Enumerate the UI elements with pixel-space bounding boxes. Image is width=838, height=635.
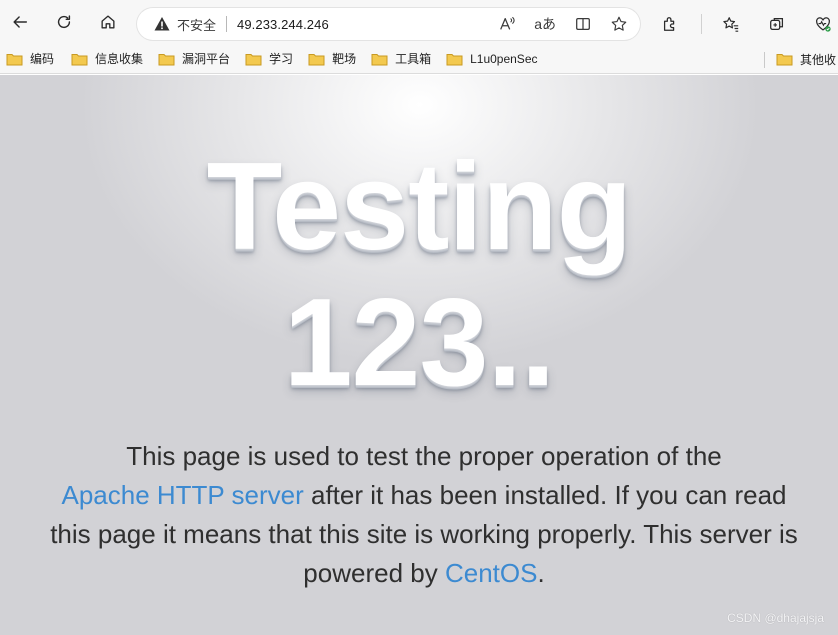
heading-line-2: 123.. <box>283 274 556 412</box>
heart-pulse-icon <box>816 17 831 32</box>
home-icon <box>101 15 115 29</box>
bookmark-folder[interactable]: 学习 <box>239 46 299 72</box>
heading-line-1: Testing <box>206 138 633 276</box>
bookmark-list: 编码 信息收集 漏洞平台 学习 靶场 工具箱 L1u0penSec <box>0 46 544 72</box>
bookmark-label: 靶场 <box>332 52 357 66</box>
home-button[interactable] <box>92 6 124 38</box>
bookmark-label: 工具箱 <box>395 52 432 66</box>
browser-essentials-button[interactable] <box>808 8 838 40</box>
page-heading: Testing 123.. <box>0 139 838 411</box>
read-aloud-icon[interactable] <box>498 15 516 33</box>
folder-icon <box>6 53 23 65</box>
folder-icon <box>158 53 175 65</box>
translate-icon[interactable]: aあ <box>534 14 556 34</box>
favorites-list-icon <box>723 17 739 32</box>
bookmark-folder[interactable]: 编码 <box>0 46 60 72</box>
bookmarks-bar: 编码 信息收集 漏洞平台 学习 靶场 工具箱 L1u0penSec 其他收 <box>0 44 838 74</box>
bookmark-label: 漏洞平台 <box>182 52 231 66</box>
security-warning-label[interactable]: 不安全 <box>177 15 216 34</box>
folder-icon <box>371 53 388 65</box>
address-separator <box>226 16 228 32</box>
refresh-icon <box>57 15 71 29</box>
bookmark-folder[interactable]: 信息收集 <box>65 46 149 72</box>
lead-paragraph: This page is used to test the proper ope… <box>40 437 808 593</box>
bookmark-label: 信息收集 <box>95 52 144 66</box>
bookmark-folder[interactable]: 工具箱 <box>365 46 437 72</box>
back-arrow-icon <box>13 16 28 28</box>
lead-text-1: This page is used to test the proper ope… <box>126 441 722 471</box>
bookmark-label: 编码 <box>30 52 55 66</box>
lead-text-3: . <box>537 558 545 588</box>
collections-icon <box>770 17 784 31</box>
favorites-button[interactable] <box>716 8 746 40</box>
csdn-watermark: CSDN @dhajajsja <box>727 611 824 625</box>
bookmark-label: 学习 <box>269 52 294 66</box>
folder-icon <box>308 53 325 65</box>
url-text[interactable]: 49.233.244.246 <box>237 17 329 32</box>
bookmark-folder[interactable]: 靶场 <box>302 46 362 72</box>
address-bar-actions: aあ <box>498 8 628 40</box>
page-content: Testing 123.. This page is used to test … <box>0 75 838 635</box>
address-bar[interactable]: 不安全 49.233.244.246 aあ <box>137 8 640 40</box>
other-bookmarks-folder[interactable]: 其他收 <box>770 46 838 72</box>
bookmarks-divider <box>764 52 765 68</box>
puzzle-icon <box>663 17 675 31</box>
folder-icon <box>446 53 463 65</box>
bookmark-folder[interactable]: 漏洞平台 <box>152 46 236 72</box>
centos-link[interactable]: CentOS <box>445 558 538 588</box>
browser-toolbar: 不安全 49.233.244.246 aあ <box>0 0 838 44</box>
favorite-star-icon[interactable] <box>610 15 628 33</box>
extensions-button[interactable] <box>655 8 685 40</box>
reading-view-icon[interactable] <box>574 15 592 33</box>
folder-icon <box>776 54 793 66</box>
bookmark-folder[interactable]: L1u0penSec <box>440 46 543 72</box>
back-button[interactable] <box>4 6 36 38</box>
bookmark-label: L1u0penSec <box>470 51 538 66</box>
folder-icon <box>71 53 88 65</box>
bookmark-label: 其他收 <box>800 52 837 67</box>
folder-icon <box>245 53 262 65</box>
warning-triangle-icon[interactable] <box>153 15 171 33</box>
toolbar-divider <box>701 14 702 34</box>
collections-button[interactable] <box>762 8 792 40</box>
toolbar-right-icons <box>655 8 838 40</box>
apache-link[interactable]: Apache HTTP server <box>61 480 303 510</box>
refresh-button[interactable] <box>48 6 80 38</box>
